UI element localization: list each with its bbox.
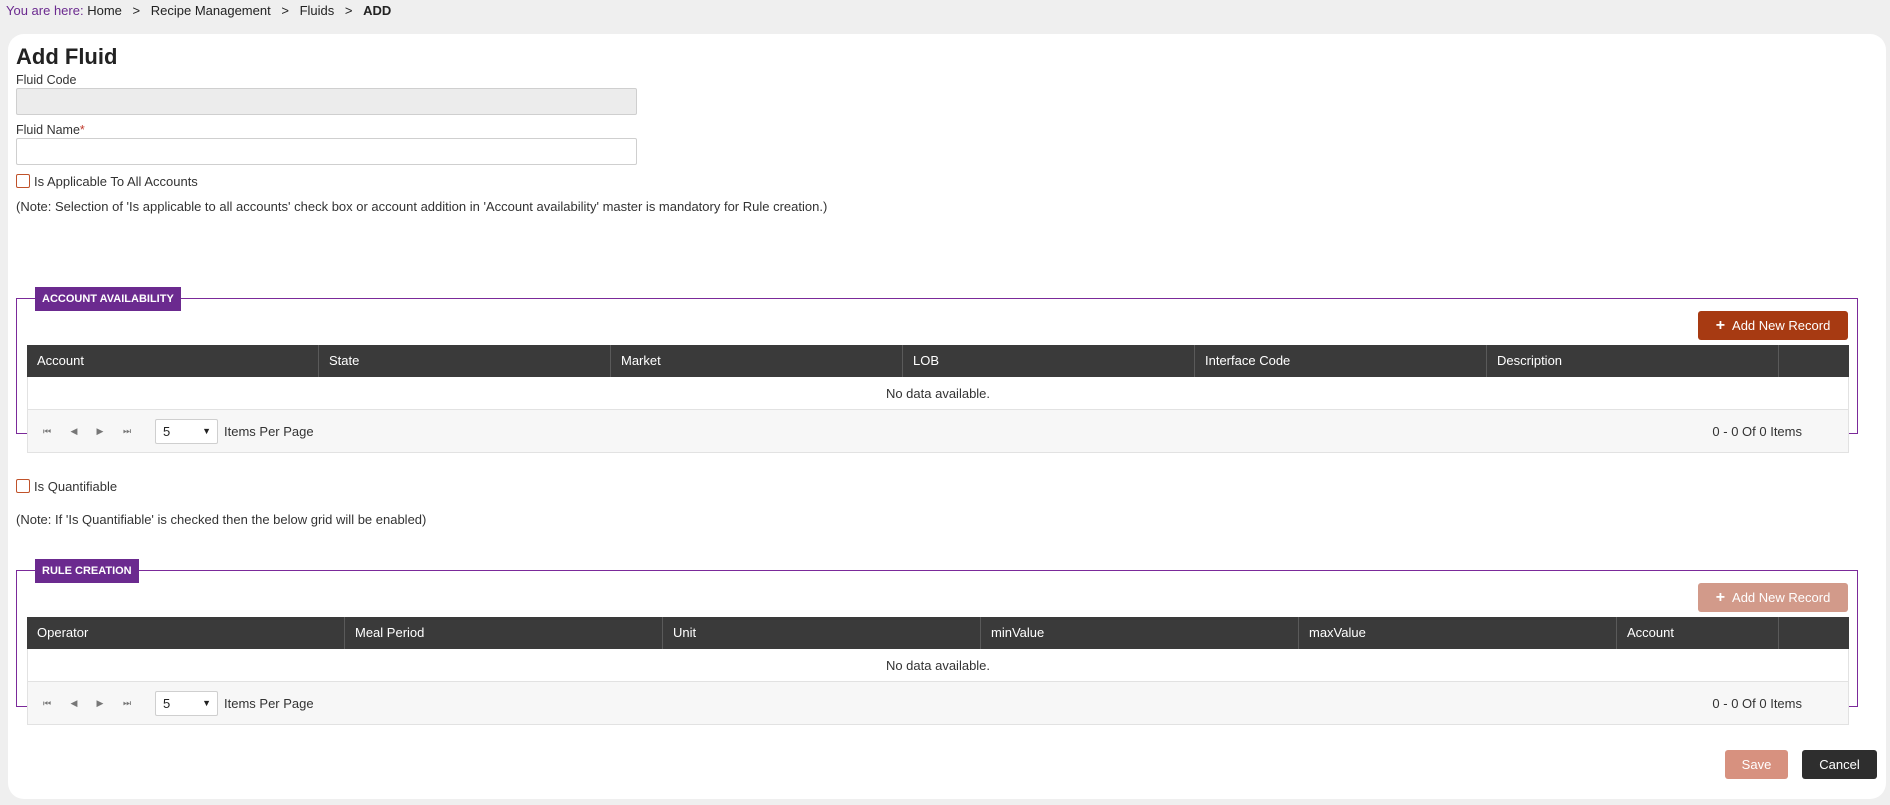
chevron-down-icon: ▼ — [202, 698, 211, 708]
required-marker: * — [79, 123, 85, 137]
account-pager: ⏮ ◀ ▶ ⏭ 5 ▼ Items Per Page 0 - 0 Of 0 It… — [27, 410, 1849, 453]
rule-grid: Operator Meal Period Unit minValue maxVa… — [27, 617, 1849, 725]
breadcrumb-recipe-management[interactable]: Recipe Management — [151, 3, 271, 18]
fluid-name-input[interactable] — [16, 138, 637, 165]
plus-icon: + — [1715, 588, 1726, 606]
column-header-actions — [1779, 345, 1849, 377]
plus-icon: + — [1715, 316, 1726, 334]
first-page-icon[interactable]: ⏮ — [37, 682, 57, 725]
column-header-state[interactable]: State — [319, 345, 611, 377]
last-page-icon[interactable]: ⏭ — [117, 682, 137, 725]
breadcrumb-separator: > — [132, 3, 141, 18]
chevron-down-icon: ▼ — [202, 426, 211, 436]
account-items-per-page-label: Items Per Page — [224, 424, 314, 439]
next-page-icon[interactable]: ▶ — [90, 410, 110, 453]
column-header-description[interactable]: Description — [1487, 345, 1779, 377]
page-title: Add Fluid — [16, 44, 118, 69]
column-header-interface-code[interactable]: Interface Code — [1195, 345, 1487, 377]
account-page-size-value: 5 — [163, 424, 171, 439]
prev-page-icon[interactable]: ◀ — [64, 682, 84, 725]
fluid-code-input[interactable] — [16, 88, 637, 115]
column-header-max-value[interactable]: maxValue — [1299, 617, 1617, 649]
account-pager-info: 0 - 0 Of 0 Items — [1712, 424, 1802, 439]
applicable-all-row[interactable]: Is Applicable To All Accounts — [16, 173, 198, 189]
breadcrumb-current: ADD — [363, 3, 392, 18]
fluid-code-label: Fluid Code — [16, 73, 77, 87]
rule-grid-header: Operator Meal Period Unit minValue maxVa… — [27, 617, 1849, 649]
rule-page-size-select[interactable]: 5 ▼ — [155, 691, 218, 716]
account-availability-panel: ACCOUNT AVAILABILITY + Add New Record Ac… — [16, 287, 1858, 453]
quantifiable-label: Is Quantifiable — [34, 478, 118, 494]
account-grid-header: Account State Market LOB Interface Code … — [27, 345, 1849, 377]
account-grid: Account State Market LOB Interface Code … — [27, 345, 1849, 453]
rule-add-new-record-button[interactable]: + Add New Record — [1698, 583, 1848, 612]
breadcrumb-fluids[interactable]: Fluids — [300, 3, 335, 18]
column-header-actions — [1779, 617, 1849, 649]
breadcrumb-separator: > — [281, 3, 289, 18]
fluid-name-label: Fluid Name* — [16, 123, 85, 137]
rule-pager-info: 0 - 0 Of 0 Items — [1712, 696, 1802, 711]
account-availability-tag: ACCOUNT AVAILABILITY — [35, 287, 181, 311]
column-header-unit[interactable]: Unit — [663, 617, 981, 649]
prev-page-icon[interactable]: ◀ — [64, 410, 84, 453]
rule-creation-panel: RULE CREATION + Add New Record Operator … — [16, 559, 1858, 725]
accounts-note: (Note: Selection of 'Is applicable to al… — [16, 199, 828, 214]
breadcrumb-separator: > — [344, 3, 353, 18]
breadcrumb: You are here: Home > Recipe Management >… — [6, 1, 391, 21]
cancel-button[interactable]: Cancel — [1802, 750, 1877, 779]
column-header-market[interactable]: Market — [611, 345, 903, 377]
rule-add-new-record-label: Add New Record — [1732, 590, 1831, 605]
breadcrumb-home[interactable]: Home — [87, 3, 122, 18]
rule-creation-tag: RULE CREATION — [35, 559, 139, 583]
applicable-all-checkbox[interactable] — [16, 174, 30, 188]
rule-grid-empty: No data available. — [27, 649, 1849, 682]
next-page-icon[interactable]: ▶ — [90, 682, 110, 725]
first-page-icon[interactable]: ⏮ — [37, 410, 57, 453]
rule-items-per-page-label: Items Per Page — [224, 696, 314, 711]
main-card: Add Fluid Fluid Code Fluid Name* Is Appl… — [8, 34, 1886, 799]
column-header-meal-period[interactable]: Meal Period — [345, 617, 663, 649]
account-grid-empty: No data available. — [27, 377, 1849, 410]
breadcrumb-lead: You are here: — [6, 3, 84, 18]
applicable-all-label: Is Applicable To All Accounts — [34, 173, 198, 189]
rule-page-size-value: 5 — [163, 696, 171, 711]
column-header-account[interactable]: Account — [27, 345, 319, 377]
column-header-operator[interactable]: Operator — [27, 617, 345, 649]
account-add-new-record-label: Add New Record — [1732, 318, 1831, 333]
account-add-new-record-button[interactable]: + Add New Record — [1698, 311, 1848, 340]
quantifiable-row[interactable]: Is Quantifiable — [16, 478, 117, 494]
column-header-lob[interactable]: LOB — [903, 345, 1195, 377]
last-page-icon[interactable]: ⏭ — [117, 410, 137, 453]
fluid-name-label-text: Fluid Name — [16, 123, 80, 137]
quantifiable-checkbox[interactable] — [16, 479, 30, 493]
account-page-size-select[interactable]: 5 ▼ — [155, 419, 218, 444]
save-button[interactable]: Save — [1725, 750, 1788, 779]
column-header-min-value[interactable]: minValue — [981, 617, 1299, 649]
quantifiable-note: (Note: If 'Is Quantifiable' is checked t… — [16, 512, 427, 527]
rule-pager: ⏮ ◀ ▶ ⏭ 5 ▼ Items Per Page 0 - 0 Of 0 It… — [27, 682, 1849, 725]
column-header-account[interactable]: Account — [1617, 617, 1779, 649]
